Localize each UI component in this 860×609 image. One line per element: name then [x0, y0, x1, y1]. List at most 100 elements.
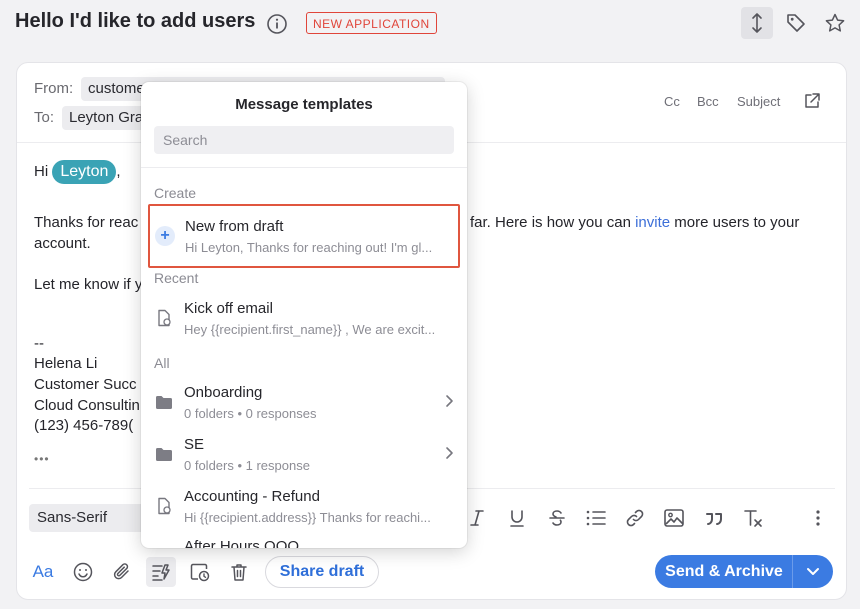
- info-icon[interactable]: [266, 13, 288, 35]
- template-item-accounting-refund[interactable]: Accounting - Refund Hi {{recipient.addre…: [148, 478, 460, 536]
- template-file-icon: [154, 308, 174, 328]
- text-format-icon: Aa: [32, 562, 54, 581]
- font-family-select[interactable]: Sans-Serif: [29, 504, 147, 532]
- template-preview: Hey {{recipient.first_name}} , We are ex…: [184, 322, 436, 337]
- chevron-right-icon: [444, 394, 454, 413]
- insert-image-button[interactable]: [661, 505, 687, 531]
- page-title: Hello I'd like to add users: [15, 10, 256, 32]
- expand-button[interactable]: [741, 7, 773, 39]
- email-body-greeting[interactable]: Hi Leyton,: [34, 160, 121, 184]
- signature-phone: (123) 456-789(: [34, 417, 134, 434]
- star-button[interactable]: [819, 7, 851, 39]
- paperclip-icon: [113, 563, 129, 580]
- invite-link[interactable]: invite: [635, 214, 670, 231]
- template-name: After Hours OOO: [184, 538, 300, 548]
- body-line-3: Let me know if y: [34, 276, 143, 293]
- body-line-1-right: far. Here is how you can invite more use…: [470, 214, 799, 231]
- schedule-icon: [190, 563, 210, 582]
- signature-dash: --: [34, 335, 44, 352]
- status-badge: NEW APPLICATION: [306, 12, 437, 34]
- compose-action-bar: Aa Share draft Send & Archive: [17, 545, 846, 599]
- send-archive-button-group: Send & Archive: [655, 555, 833, 588]
- plus-icon: +: [155, 226, 175, 246]
- greeting-text: Hi: [34, 163, 49, 180]
- templates-button[interactable]: [146, 557, 176, 587]
- from-label: From:: [34, 80, 74, 97]
- template-preview: Hi Leyton, Thanks for reaching out! I'm …: [185, 240, 433, 255]
- star-icon: [825, 13, 845, 32]
- clear-formatting-button[interactable]: [740, 505, 766, 531]
- subject-link[interactable]: Subject: [737, 94, 780, 109]
- cc-link[interactable]: Cc: [664, 94, 680, 109]
- clear-formatting-icon: [744, 510, 762, 527]
- folder-name: Onboarding: [184, 384, 263, 401]
- trash-icon: [231, 564, 247, 581]
- underline-icon: [510, 510, 524, 527]
- image-icon: [664, 509, 684, 527]
- italic-button[interactable]: [464, 505, 490, 531]
- underline-button[interactable]: [504, 505, 530, 531]
- link-icon: [626, 509, 644, 527]
- emoji-button[interactable]: [68, 557, 98, 587]
- signature-company: Cloud Consultin: [34, 397, 140, 414]
- templates-icon: [152, 564, 170, 581]
- folder-icon: [154, 392, 174, 412]
- popout-icon: [805, 93, 820, 108]
- body-line-1-left: Thanks for reac: [34, 214, 139, 231]
- template-name: Kick off email: [184, 300, 273, 317]
- mention-chip[interactable]: Leyton: [52, 160, 117, 184]
- popup-title: Message templates: [235, 96, 373, 113]
- schedule-send-button[interactable]: [185, 557, 215, 587]
- text-format-button[interactable]: Aa: [28, 557, 58, 587]
- to-label: To:: [34, 109, 55, 126]
- link-button[interactable]: [622, 505, 648, 531]
- template-preview: Hi {{recipient.address}} Thanks for reac…: [184, 510, 431, 525]
- body-line-1-end: more users to your: [674, 214, 800, 231]
- share-draft-button[interactable]: Share draft: [265, 556, 379, 588]
- conversation-header: Hello I'd like to add users NEW APPLICAT…: [0, 0, 860, 50]
- quote-icon: [706, 513, 722, 525]
- tag-button[interactable]: [780, 7, 812, 39]
- template-file-icon: [154, 496, 174, 516]
- show-trimmed-button[interactable]: •••: [34, 452, 50, 466]
- attach-button[interactable]: [107, 557, 137, 587]
- more-options-button[interactable]: [805, 505, 831, 531]
- bullet-list-icon: [586, 510, 606, 526]
- recipient-chip[interactable]: Leyton Gra: [62, 106, 151, 130]
- template-search-input[interactable]: [154, 126, 454, 154]
- greeting-comma: ,: [116, 163, 121, 180]
- folder-meta: 0 folders • 1 response: [184, 458, 310, 473]
- template-name: New from draft: [185, 218, 284, 235]
- popout-button[interactable]: [803, 92, 821, 115]
- strikethrough-icon: [549, 510, 565, 526]
- send-archive-button[interactable]: Send & Archive: [655, 555, 793, 588]
- vertical-ellipsis-icon: [816, 510, 820, 526]
- folder-meta: 0 folders • 0 responses: [184, 406, 317, 421]
- new-from-draft-item[interactable]: + New from draft Hi Leyton, Thanks for r…: [148, 204, 460, 268]
- strikethrough-button[interactable]: [544, 505, 570, 531]
- signature-name: Helena Li: [34, 355, 98, 372]
- body-line-1-text: far. Here is how you can: [470, 214, 631, 231]
- emoji-icon: [73, 562, 93, 582]
- send-options-button[interactable]: [793, 555, 833, 588]
- template-item-kick-off[interactable]: Kick off email Hey {{recipient.first_nam…: [148, 290, 460, 348]
- template-item-after-hours[interactable]: After Hours OOO: [148, 530, 460, 548]
- section-all: All: [154, 355, 170, 371]
- expand-vertical-icon: [752, 13, 762, 33]
- folder-icon: [154, 444, 174, 464]
- section-create: Create: [154, 185, 197, 201]
- bcc-link[interactable]: Bcc: [697, 94, 719, 109]
- section-recent: Recent: [154, 270, 199, 286]
- quote-button[interactable]: [701, 505, 727, 531]
- signature-title: Customer Succ: [34, 376, 137, 393]
- chevron-down-icon: [807, 567, 819, 575]
- chevron-right-icon: [444, 446, 454, 465]
- template-name: Accounting - Refund: [184, 488, 320, 505]
- body-line-2: account.: [34, 235, 91, 252]
- folder-item-onboarding[interactable]: Onboarding 0 folders • 0 responses: [148, 374, 460, 432]
- bullet-list-button[interactable]: [583, 505, 609, 531]
- discard-draft-button[interactable]: [224, 557, 254, 587]
- tag-icon: [787, 14, 805, 32]
- folder-name: SE: [184, 436, 205, 453]
- folder-item-se[interactable]: SE 0 folders • 1 response: [148, 426, 460, 484]
